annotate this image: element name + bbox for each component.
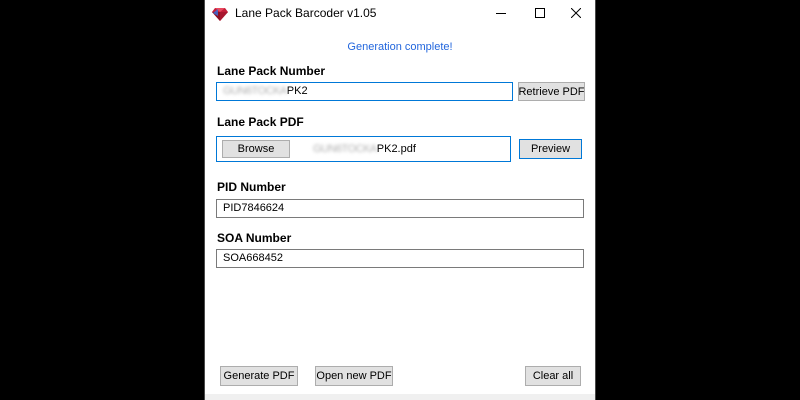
- pdf-filename-suffix: PK2.pdf: [376, 143, 416, 155]
- pid-number-label: PID Number: [217, 180, 286, 194]
- preview-button[interactable]: Preview: [519, 139, 582, 159]
- maximize-icon: [535, 8, 545, 18]
- pid-number-input[interactable]: PID7846624: [216, 199, 584, 218]
- app-window: Lane Pack Barcoder v1.05 Generation comp…: [204, 0, 596, 400]
- generate-pdf-button[interactable]: Generate PDF: [220, 366, 298, 386]
- close-icon: [571, 8, 581, 18]
- ruby-gem-icon: [212, 7, 228, 21]
- selected-pdf-filename: GUN6TOCKAPK2.pdf: [313, 143, 416, 155]
- soa-number-input[interactable]: SOA668452: [216, 249, 584, 268]
- retrieve-pdf-button[interactable]: Retrieve PDF: [518, 82, 585, 101]
- window-title: Lane Pack Barcoder v1.05: [235, 6, 377, 20]
- soa-number-label: SOA Number: [217, 231, 292, 245]
- lane-pack-number-suffix: PK2: [286, 85, 308, 97]
- browse-button[interactable]: Browse: [222, 140, 290, 158]
- clear-all-button[interactable]: Clear all: [525, 366, 581, 386]
- lane-pack-pdf-panel: Browse GUN6TOCKAPK2.pdf: [216, 136, 511, 162]
- close-button[interactable]: [557, 0, 595, 26]
- obscured-text: GUN6TOCKA: [313, 143, 377, 155]
- status-message: Generation complete!: [347, 41, 453, 53]
- minimize-icon: [496, 8, 506, 18]
- lane-pack-number-label: Lane Pack Number: [217, 64, 326, 78]
- open-new-pdf-button[interactable]: Open new PDF: [315, 366, 393, 386]
- title-bar[interactable]: Lane Pack Barcoder v1.05: [205, 0, 595, 28]
- maximize-button[interactable]: [521, 0, 559, 26]
- lane-pack-number-input[interactable]: GUN6TOCKAPK2: [216, 82, 513, 101]
- lane-pack-pdf-label: Lane Pack PDF: [217, 115, 304, 129]
- minimize-button[interactable]: [482, 0, 520, 26]
- window-bottom-edge: [205, 394, 595, 400]
- obscured-text: GUN6TOCKA: [223, 85, 287, 97]
